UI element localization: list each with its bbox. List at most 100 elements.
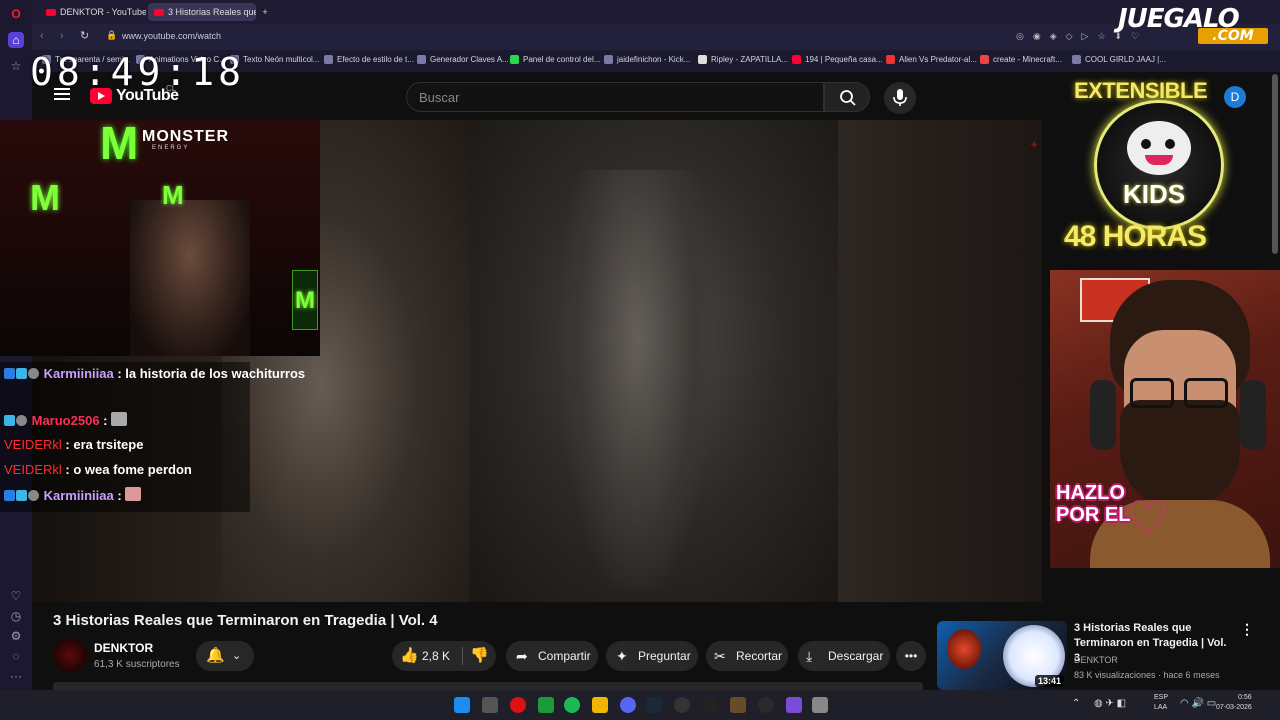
youtube-icon [154, 9, 164, 17]
thumbnail-balloon-icon [947, 629, 981, 669]
steam-icon[interactable] [646, 697, 662, 713]
chevron-up-icon[interactable]: ⌃ [1072, 698, 1080, 709]
download-label: Descargar [828, 649, 884, 663]
promo-top-text: EXTENSIBLE [1074, 78, 1208, 103]
opera-taskbar-icon[interactable] [510, 697, 526, 713]
taskbar-time[interactable]: 0:56 [1238, 694, 1252, 701]
chat-text: era trsitepe [73, 437, 144, 452]
channel-avatar[interactable] [53, 638, 87, 672]
youtube-icon [46, 9, 56, 17]
watermark-com: .COM [1198, 28, 1268, 44]
bookmark-item[interactable]: 194 | Pequeña casa... [792, 55, 883, 65]
folder-icon[interactable] [592, 697, 608, 713]
kebab-menu-icon[interactable]: ⋮ [1240, 621, 1254, 638]
back-icon[interactable]: ‹ [40, 30, 44, 42]
opera-logo-icon[interactable]: O [8, 6, 24, 22]
capcut-icon[interactable] [702, 697, 718, 713]
monster-sub: ENERGY [152, 145, 190, 151]
voice-search-button[interactable] [884, 82, 916, 114]
emote-icon [125, 487, 142, 501]
tab-label: DENKTOR - YouTube [60, 7, 146, 17]
monster-cap-icon: M [162, 180, 184, 210]
clip-button[interactable]: ✂ Recortar [706, 641, 788, 671]
notification-bell-button[interactable]: 🔔 ⌄ [196, 641, 254, 671]
bookmark-item[interactable]: Alien Vs Predator-al... [886, 55, 977, 65]
page-scrollbar[interactable] [1272, 74, 1278, 254]
task-view-icon[interactable] [482, 697, 498, 713]
like-count[interactable]: 2,8 K [422, 641, 450, 671]
bookmark-label: Texto Neón multicol... [243, 55, 320, 64]
bookmark-label: Alien Vs Predator-al... [899, 55, 977, 64]
chat-text: la historia de los wachiturros [125, 366, 306, 381]
app-icon[interactable] [786, 697, 802, 713]
download-icon: ⤓ [806, 648, 813, 664]
bookmark-item[interactable]: Efecto de estilo de t... [324, 55, 414, 65]
chat-username: Maruo2506 [31, 413, 100, 428]
home-icon[interactable]: ⌂ [8, 32, 24, 48]
url-input[interactable]: www.youtube.com/watch [122, 31, 221, 41]
search-button[interactable] [824, 82, 870, 112]
monster-can-icon: M [292, 270, 318, 330]
discord-icon[interactable] [620, 697, 636, 713]
heart-icon[interactable]: ♡ [8, 588, 24, 604]
more-actions-button[interactable]: ••• [896, 641, 926, 671]
chrome-icon[interactable] [758, 697, 774, 713]
streamer-figure [130, 200, 250, 356]
more-icon[interactable]: ··· [8, 668, 24, 684]
windows-start-icon[interactable] [454, 697, 470, 713]
like-icon[interactable]: 👍 [400, 641, 419, 671]
notepad-icon[interactable] [812, 697, 828, 713]
minecraft-icon[interactable] [730, 697, 746, 713]
scissors-icon: ✂ [714, 648, 726, 664]
bookmark-item[interactable]: create - Minecraft... [980, 55, 1062, 65]
forward-icon[interactable]: › [60, 30, 64, 42]
spotify-icon[interactable] [564, 697, 580, 713]
bookmark-item[interactable]: jaidefinichon - Kick... [604, 55, 690, 65]
ask-button[interactable]: ✦ Preguntar [606, 641, 698, 671]
sparkle-icon: ✦ [616, 648, 628, 664]
star-icon[interactable]: ☆ [8, 58, 24, 74]
wifi-icon[interactable]: ◠ 🔊 ▭ [1180, 698, 1216, 709]
bookmark-item[interactable]: COOL GIRLD JAAJ |... [1072, 55, 1166, 65]
history-icon[interactable]: ◷ [8, 608, 24, 624]
download-button[interactable]: ⤓ Descargar [798, 641, 890, 671]
headphones-icon [1090, 380, 1116, 450]
video-duration: 13:41 [1035, 675, 1065, 687]
settings-icon[interactable]: ⚙ [8, 628, 24, 644]
search-input[interactable]: Buscar [406, 82, 824, 112]
dislike-icon[interactable]: 👎 [470, 641, 489, 671]
chat-username: VEIDERkl [4, 462, 62, 477]
badge-icon [16, 490, 27, 501]
description-box[interactable] [53, 682, 923, 690]
monster-can-icon: M [30, 177, 60, 218]
bookmark-label: 194 | Pequeña casa... [805, 55, 883, 64]
bookmark-label: Generador Claves A... [430, 55, 509, 64]
search-icon [840, 90, 856, 106]
xbox-icon[interactable] [538, 697, 554, 713]
tray-icons[interactable]: ◍ ✈ ◧ [1094, 698, 1126, 709]
recommended-channel[interactable]: DENKTOR [1074, 655, 1118, 665]
bulb-icon[interactable]: ◌ [8, 648, 24, 664]
hazlo-text: HAZLO POR EL [1056, 482, 1131, 526]
bookmark-item[interactable]: Panel de control del... [510, 55, 600, 65]
obs-icon[interactable] [674, 697, 690, 713]
bookmark-item[interactable]: Ripley - ZAPATILLA... [698, 55, 788, 65]
video-title: 3 Historias Reales que Terminaron en Tra… [53, 612, 438, 629]
bookmark-item[interactable]: Generador Claves A... [417, 55, 509, 65]
channel-name[interactable]: DENKTOR [94, 641, 153, 655]
monster-brand: MONSTER [142, 128, 229, 145]
lock-icon: 🔒 [106, 30, 118, 40]
reload-icon[interactable]: ↻ [80, 29, 89, 42]
language-layout[interactable]: LAA [1154, 704, 1167, 711]
heart-icon: ♡ [1126, 493, 1170, 546]
bookmark-label: COOL GIRLD JAAJ |... [1085, 55, 1166, 64]
recommended-thumbnail[interactable]: 13:41 [937, 621, 1067, 690]
tab-denktor[interactable]: DENKTOR - YouTube [40, 3, 146, 21]
divider [462, 647, 463, 665]
tab-active-video[interactable]: 3 Historias Reales que [148, 3, 256, 21]
taskbar-date[interactable]: 07-03-2026 [1216, 704, 1252, 711]
share-button[interactable]: ➦ Compartir [506, 641, 598, 671]
headphones-icon [1240, 380, 1266, 450]
language-indicator[interactable]: ESP [1154, 694, 1168, 701]
new-tab-button[interactable]: + [258, 3, 272, 21]
